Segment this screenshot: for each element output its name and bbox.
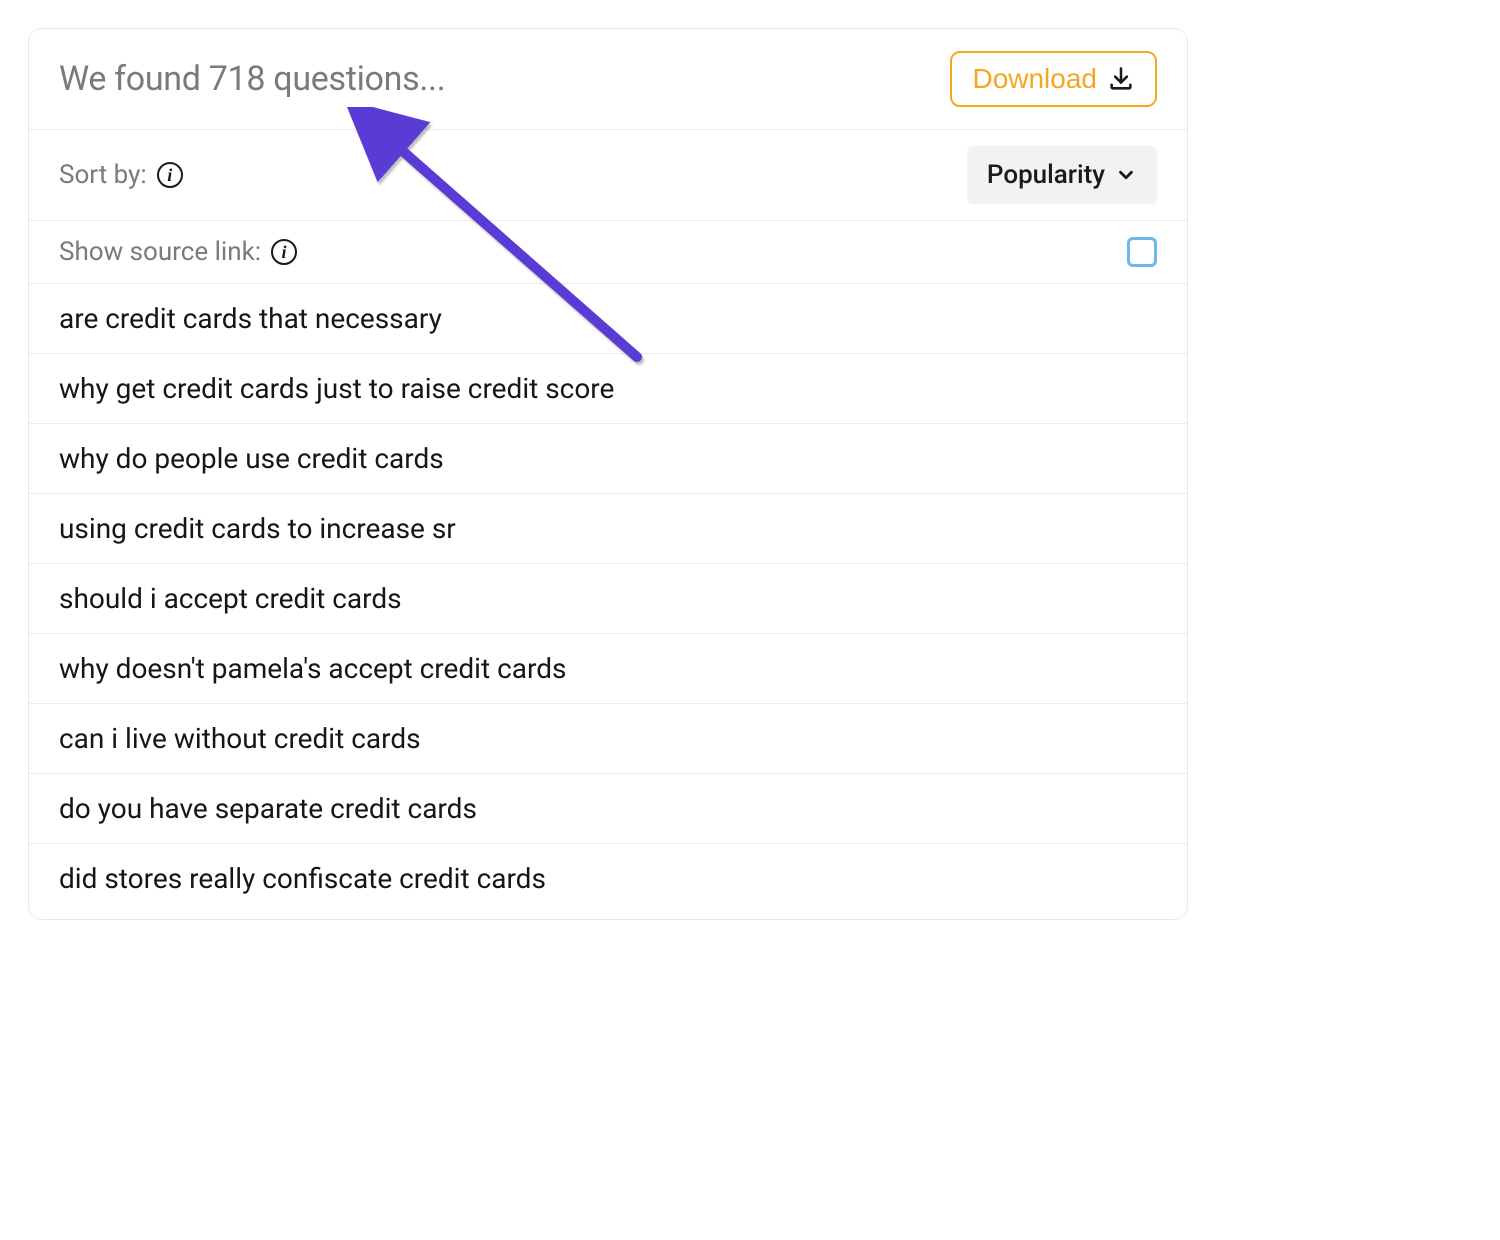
list-item[interactable]: why do people use credit cards — [29, 424, 1187, 494]
show-source-link-checkbox[interactable] — [1127, 237, 1157, 267]
sort-select-value: Popularity — [987, 160, 1105, 190]
questions-list: are credit cards that necessary why get … — [29, 284, 1187, 919]
download-button[interactable]: Download — [950, 51, 1157, 107]
question-text: are credit cards that necessary — [59, 302, 442, 335]
question-text: why get credit cards just to raise credi… — [59, 372, 614, 405]
results-panel: We found 718 questions... Download Sort … — [28, 28, 1188, 920]
list-item[interactable]: are credit cards that necessary — [29, 284, 1187, 354]
list-item[interactable]: do you have separate credit cards — [29, 774, 1187, 844]
results-count-title: We found 718 questions... — [59, 59, 445, 99]
list-item[interactable]: why doesn't pamela's accept credit cards — [29, 634, 1187, 704]
download-icon — [1107, 65, 1135, 93]
source-link-row: Show source link: i — [29, 221, 1187, 284]
chevron-down-icon — [1115, 164, 1137, 186]
download-button-label: Download — [972, 63, 1097, 95]
list-item[interactable]: can i live without credit cards — [29, 704, 1187, 774]
question-text: why doesn't pamela's accept credit cards — [59, 652, 566, 685]
list-item[interactable]: should i accept credit cards — [29, 564, 1187, 634]
question-text: using credit cards to increase sr — [59, 512, 456, 545]
sort-row: Sort by: i Popularity — [29, 130, 1187, 221]
sort-label-wrap: Sort by: i — [59, 160, 183, 190]
results-header: We found 718 questions... Download — [29, 29, 1187, 129]
source-link-label: Show source link: — [59, 237, 261, 267]
list-item[interactable]: why get credit cards just to raise credi… — [29, 354, 1187, 424]
question-text: do you have separate credit cards — [59, 792, 477, 825]
sort-select[interactable]: Popularity — [967, 146, 1157, 204]
question-text: did stores really confiscate credit card… — [59, 862, 546, 895]
info-icon[interactable]: i — [271, 239, 297, 265]
info-icon[interactable]: i — [157, 162, 183, 188]
question-text: why do people use credit cards — [59, 442, 444, 475]
question-text: should i accept credit cards — [59, 582, 402, 615]
sort-label: Sort by: — [59, 160, 147, 190]
question-text: can i live without credit cards — [59, 722, 421, 755]
list-item[interactable]: using credit cards to increase sr — [29, 494, 1187, 564]
list-item[interactable]: did stores really confiscate credit card… — [29, 844, 1187, 919]
source-link-label-wrap: Show source link: i — [59, 237, 297, 267]
